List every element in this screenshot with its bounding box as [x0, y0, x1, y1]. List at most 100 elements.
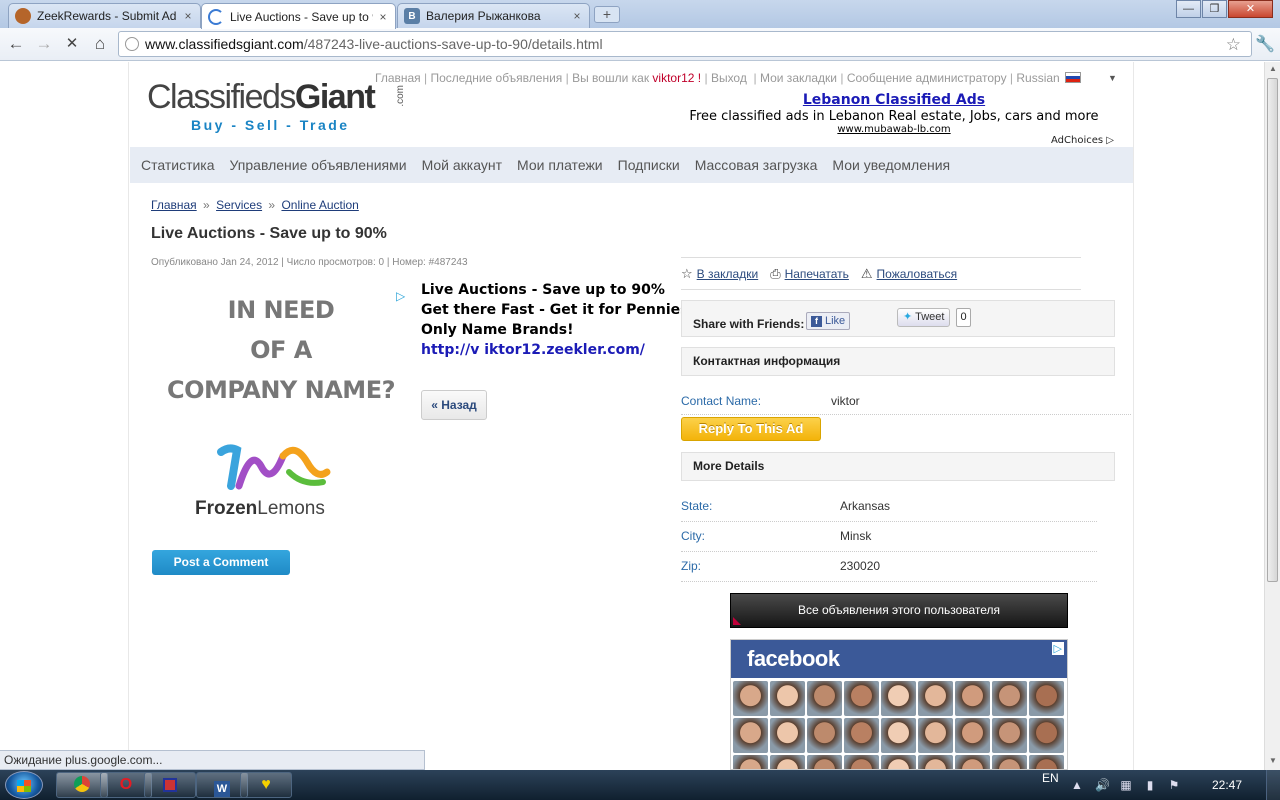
more-details-heading: More Details [681, 452, 1115, 481]
scroll-down-icon[interactable]: ▼ [1265, 756, 1280, 765]
star-icon: ☆ [681, 265, 693, 281]
close-icon[interactable]: × [377, 10, 389, 24]
new-tab-button[interactable]: + [594, 6, 620, 23]
adchoices-label[interactable]: AdChoices ▷ [1051, 135, 1114, 146]
username-link[interactable]: viktor12 [652, 71, 694, 85]
nav-notifications[interactable]: Мои уведомления [832, 157, 950, 173]
divider [681, 521, 1097, 522]
close-icon[interactable]: × [571, 9, 583, 23]
taskbar-save[interactable] [144, 772, 196, 798]
detail-value: Minsk [840, 529, 872, 543]
taskbar-app[interactable]: ♥ [240, 772, 292, 798]
action-center-icon[interactable]: ⚑ [1167, 778, 1181, 792]
nav-statistics[interactable]: Статистика [141, 157, 215, 173]
power-icon[interactable]: ▮ [1143, 778, 1157, 792]
topnav-latest-link[interactable]: Последние объявления [430, 71, 562, 85]
breadcrumb-home[interactable]: Главная [151, 198, 197, 212]
scroll-up-icon[interactable]: ▲ [1265, 64, 1280, 73]
breadcrumb-services[interactable]: Services [216, 198, 262, 212]
text-ad-url[interactable]: http://v iktor12.zeekler.com/ [421, 340, 695, 360]
forward-arrow-icon[interactable]: → [32, 33, 56, 55]
chevron-down-icon[interactable]: ▼ [1108, 73, 1117, 83]
clock[interactable]: 22:47 [1212, 770, 1242, 800]
breadcrumb-online-auction[interactable]: Online Auction [281, 198, 358, 212]
bookmark-link[interactable]: В закладки [697, 267, 759, 281]
chevron-up-icon[interactable]: ▲ [1070, 778, 1084, 792]
tab-zeekrewards[interactable]: ZeekRewards - Submit Ad fo × [8, 3, 201, 28]
show-desktop-button[interactable] [1266, 770, 1280, 800]
topnav-bookmarks-link[interactable]: Мои закладки [760, 71, 837, 85]
reply-to-ad-button[interactable]: Reply To This Ad [681, 417, 821, 441]
detail-row-city: City: Minsk [681, 529, 1081, 545]
nav-subscriptions[interactable]: Подписки [618, 157, 680, 173]
face-thumbnail [992, 681, 1027, 716]
tweet-button[interactable]: ✦ Tweet [897, 308, 951, 327]
browser-toolbar: ← → ✕ ⌂ www.classifiedsgiant.com/487243-… [0, 28, 1280, 61]
corner-ribbon-icon [733, 617, 741, 625]
adchoices-icon[interactable]: ▷ [1051, 642, 1064, 655]
minimize-button[interactable]: — [1176, 0, 1201, 18]
facebook-icon: f [811, 316, 822, 327]
post-comment-button[interactable]: Post a Comment [152, 550, 290, 575]
home-icon[interactable]: ⌂ [88, 33, 112, 55]
main-nav: Статистика Управление объявлениями Мой а… [130, 147, 1133, 183]
title-bar: ZeekRewards - Submit Ad fo × Live Auctio… [0, 0, 1280, 29]
bookmark-star-icon[interactable]: ☆ [1226, 33, 1241, 57]
tab-vk-profile[interactable]: В Валерия Рыжанкова × [397, 3, 590, 28]
close-icon[interactable]: × [182, 9, 194, 23]
contact-name-label: Contact Name: [681, 394, 762, 408]
face-thumbnail [881, 755, 916, 769]
vertical-scrollbar[interactable]: ▲ ▼ [1264, 62, 1280, 770]
image-ad[interactable]: IN NEED OF A COMPANY NAME? FrozenLemons [151, 290, 411, 530]
print-link[interactable]: Напечатать [785, 267, 849, 281]
scrollbar-thumb[interactable] [1267, 78, 1278, 582]
language-indicator[interactable]: EN [1042, 763, 1059, 793]
nav-bulk-upload[interactable]: Массовая загрузка [695, 157, 818, 173]
adchoices-icon[interactable]: ▷ [396, 289, 405, 303]
ad-description: Free classified ads in Lebanon Real esta… [689, 109, 1099, 124]
address-bar[interactable]: www.classifiedsgiant.com/487243-live-auc… [118, 31, 1252, 57]
contact-info-heading: Контактная информация [681, 347, 1115, 376]
globe-icon [125, 37, 139, 51]
start-button[interactable] [5, 771, 43, 799]
facebook-ad[interactable]: facebook ▷ [730, 639, 1068, 770]
header-ad[interactable]: Lebanon Classified Ads Free classified a… [679, 92, 1109, 135]
logo-tagline: Buy - Sell - Trade [191, 117, 350, 133]
back-arrow-icon[interactable]: ← [4, 33, 28, 55]
face-thumbnail [807, 755, 842, 769]
maximize-button[interactable]: ❐ [1202, 0, 1227, 18]
close-window-button[interactable]: ✕ [1228, 0, 1273, 18]
printer-icon: ⎙ [770, 265, 781, 281]
contact-name-value: viktor [831, 394, 860, 408]
volume-icon[interactable]: 🔊 [1095, 778, 1110, 792]
like-label: Like [825, 315, 846, 327]
ad-title[interactable]: Lebanon Classified Ads [679, 92, 1109, 108]
facebook-like-button[interactable]: f Like [806, 312, 851, 330]
detail-row-zip: Zip: 230020 [681, 559, 1081, 575]
stop-icon[interactable]: ✕ [60, 33, 84, 55]
ad-url[interactable]: www.mubawab-lb.com [679, 124, 1109, 135]
face-thumbnail [881, 718, 916, 753]
report-link[interactable]: Пожаловаться [877, 267, 958, 281]
language-select[interactable]: Russian [1016, 71, 1059, 85]
contact-name-row: Contact Name: viktor [681, 394, 981, 410]
nav-my-payments[interactable]: Мои платежи [517, 157, 603, 173]
back-button[interactable]: « Назад [421, 390, 487, 420]
tab-live-auctions[interactable]: Live Auctions - Save up to 9 × [201, 3, 396, 29]
network-icon[interactable]: ▦ [1119, 778, 1133, 792]
detail-label: Zip: [681, 559, 702, 573]
nav-my-account[interactable]: Мой аккаунт [422, 157, 502, 173]
vk-icon: В [404, 8, 420, 24]
nav-manage-ads[interactable]: Управление объявлениями [230, 157, 407, 173]
logout-link[interactable]: Выход [711, 71, 747, 85]
topnav-home-link[interactable]: Главная [375, 71, 421, 85]
all-user-ads-button[interactable]: Все объявления этого пользователя [730, 593, 1068, 628]
opera-icon: O [119, 776, 133, 793]
text-ad[interactable]: Live Auctions - Save up to 90% Get there… [421, 280, 695, 360]
message-admin-link[interactable]: Сообщение администратору [847, 71, 1007, 85]
wrench-icon[interactable]: 🔧 [1255, 34, 1275, 54]
frozenlemons-logo-icon [217, 444, 331, 490]
brand-part-a: Frozen [195, 498, 258, 519]
logged-in-text: Вы вошли как [572, 71, 650, 85]
site-logo[interactable]: ClassifiedsGiant .com Buy - Sell - Trade [147, 79, 406, 133]
